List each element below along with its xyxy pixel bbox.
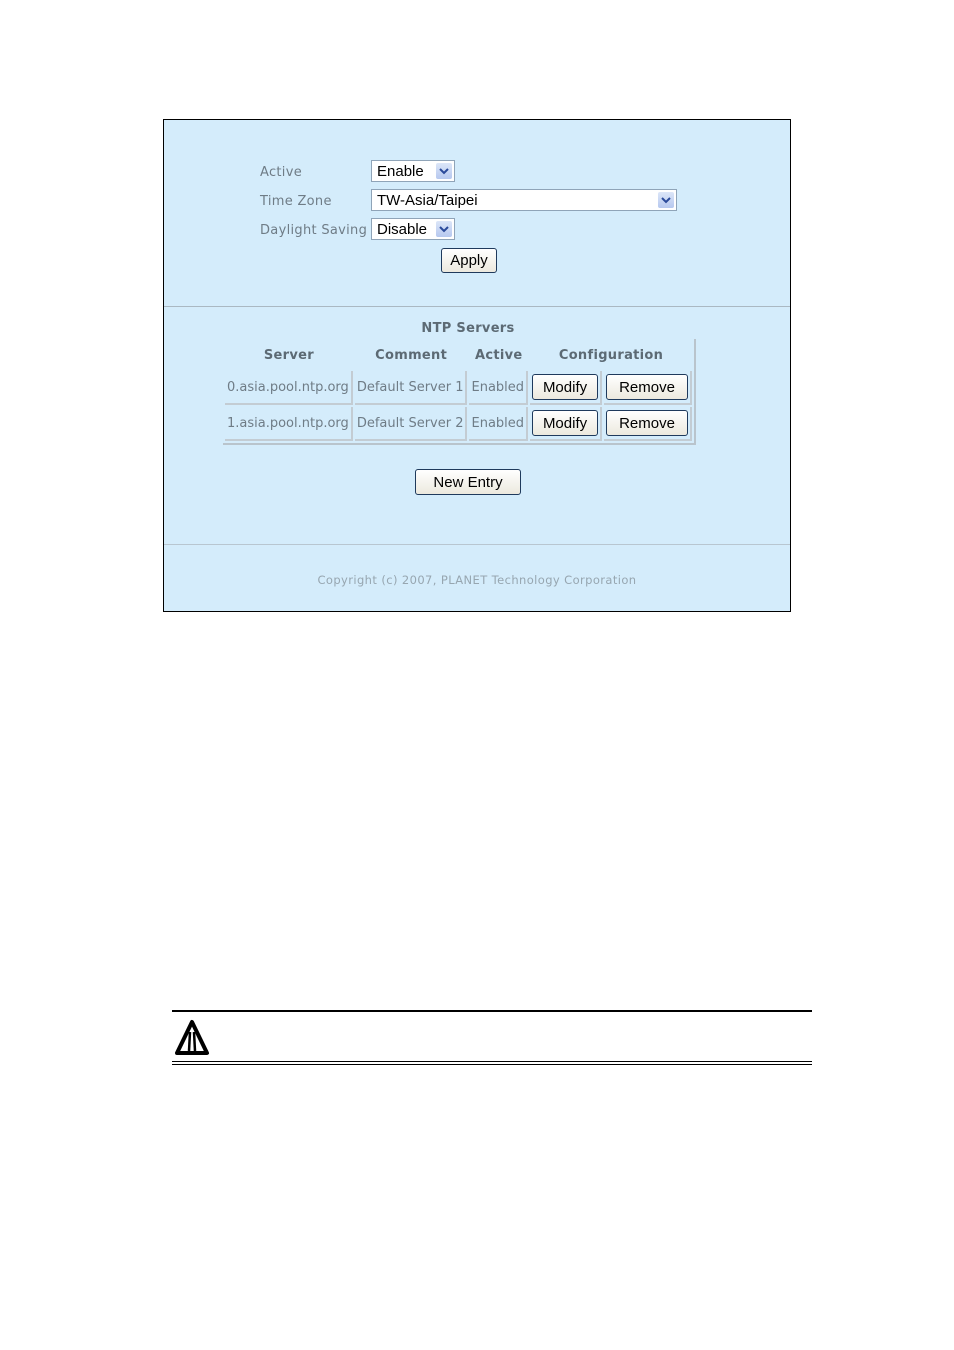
chevron-down-icon [436,221,452,237]
ntp-settings-panel: Active Enable Time Zone TW-Asia/Taipei D… [163,119,791,612]
note-top-rule [172,1010,812,1012]
header-server: Server [263,347,314,363]
copyright-text: Copyright (c) 2007, PLANET Technology Co… [317,573,637,587]
remove-button[interactable]: Remove [606,374,689,400]
header-configuration: Configuration [558,347,664,363]
comment-cell: Default Server 2 [354,407,468,441]
active-label: Active [260,165,303,180]
header-active: Active [474,347,523,363]
remove-button[interactable]: Remove [606,410,689,436]
active-select-value: Enable [377,163,424,180]
apply-button[interactable]: Apply [441,248,497,273]
active-select[interactable]: Enable [371,160,455,182]
new-entry-button[interactable]: New Entry [415,469,521,495]
time-zone-select-value: TW-Asia/Taipei [377,192,478,209]
note-bottom-rule [172,1061,812,1062]
active-cell: Enabled [469,407,529,441]
remove-cell: Remove [604,407,693,441]
ntp-servers-title: NTP Servers [421,321,515,336]
chevron-down-icon [436,163,452,179]
remove-cell: Remove [604,371,693,405]
daylight-saving-label: Daylight Saving [260,223,368,238]
note-bottom-rule [172,1064,812,1065]
server-cell: 1.asia.pool.ntp.org [225,407,353,441]
comment-cell: Default Server 1 [354,371,468,405]
footer-divider [164,544,790,545]
modify-button[interactable]: Modify [532,410,599,436]
section-divider [164,306,790,307]
time-zone-select[interactable]: TW-Asia/Taipei [371,189,677,211]
table-row: 0.asia.pool.ntp.org Default Server 1 Ena… [225,371,693,405]
modify-cell: Modify [530,371,603,405]
daylight-saving-select-value: Disable [377,221,428,238]
time-zone-label: Time Zone [260,194,332,209]
chevron-down-icon [658,192,674,208]
modify-button[interactable]: Modify [532,374,599,400]
table-header-row: Server Comment Active Configuration [225,341,692,369]
table-row: 1.asia.pool.ntp.org Default Server 2 Ena… [225,407,693,441]
server-cell: 0.asia.pool.ntp.org [225,371,353,405]
active-cell: Enabled [469,371,529,405]
modify-cell: Modify [530,407,603,441]
header-comment: Comment [375,347,448,363]
warning-icon [175,1020,209,1055]
daylight-saving-select[interactable]: Disable [371,218,455,240]
ntp-servers-table: Server Comment Active Configuration 0.as… [223,339,697,445]
